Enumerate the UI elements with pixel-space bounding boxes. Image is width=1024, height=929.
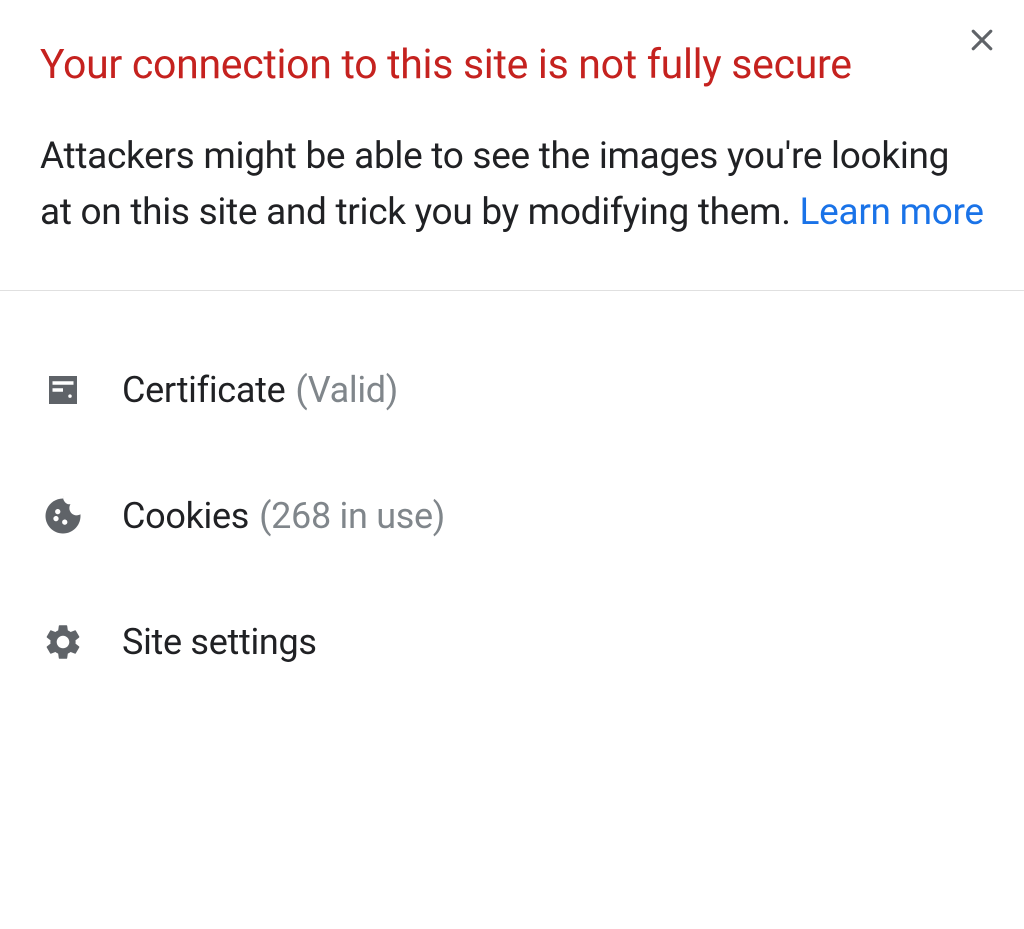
warning-description: Attackers might be able to see the image… bbox=[40, 129, 984, 240]
site-security-popup: Your connection to this site is not full… bbox=[0, 0, 1024, 761]
certificate-item[interactable]: Certificate (Valid) bbox=[40, 343, 984, 437]
gear-icon bbox=[40, 619, 86, 665]
close-icon bbox=[967, 25, 997, 59]
certificate-icon bbox=[40, 367, 86, 413]
cookie-icon bbox=[40, 493, 86, 539]
cookies-status: (268 in use) bbox=[259, 495, 445, 537]
close-button[interactable] bbox=[962, 22, 1002, 62]
certificate-label: Certificate bbox=[122, 369, 285, 411]
cookies-item[interactable]: Cookies (268 in use) bbox=[40, 469, 984, 563]
info-list: Certificate (Valid) Cookies (268 in use)… bbox=[40, 291, 984, 689]
site-settings-label: Site settings bbox=[122, 621, 317, 663]
warning-title: Your connection to this site is not full… bbox=[40, 38, 984, 93]
cookies-label: Cookies bbox=[122, 495, 249, 537]
learn-more-link[interactable]: Learn more bbox=[800, 191, 984, 234]
certificate-status: (Valid) bbox=[295, 369, 398, 411]
site-settings-item[interactable]: Site settings bbox=[40, 595, 984, 689]
